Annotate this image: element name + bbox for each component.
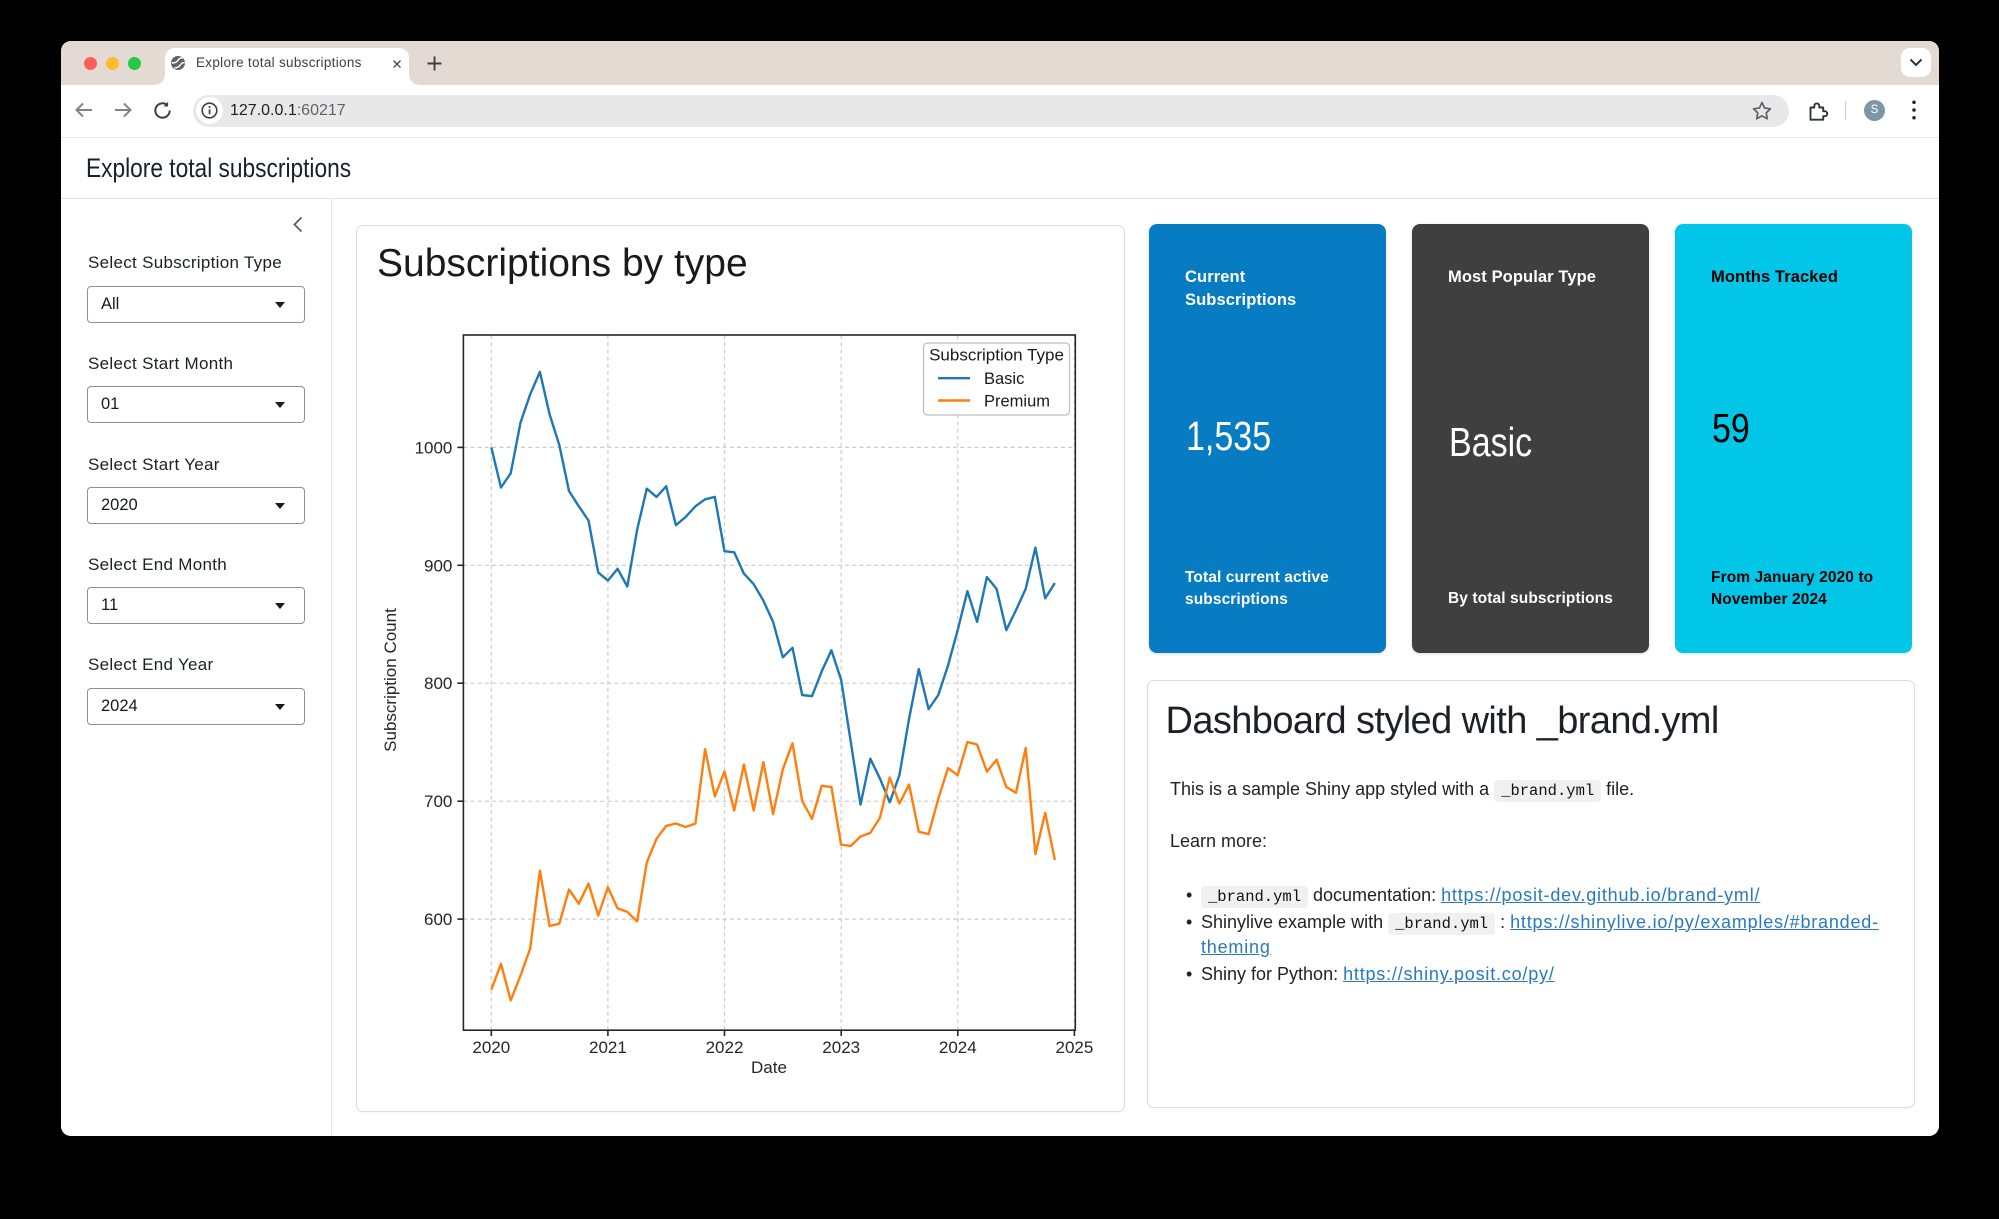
svg-text:2024: 2024 — [939, 1038, 977, 1057]
svg-text:2022: 2022 — [706, 1038, 744, 1057]
svg-text:2023: 2023 — [822, 1038, 860, 1057]
svg-text:800: 800 — [424, 674, 452, 693]
svg-text:2025: 2025 — [1055, 1038, 1093, 1057]
svg-text:2021: 2021 — [589, 1038, 627, 1057]
svg-text:Subscriptions by type: Subscriptions by type — [377, 242, 748, 285]
svg-text:Subscription Type: Subscription Type — [929, 346, 1064, 365]
svg-text:Subscription Count: Subscription Count — [381, 608, 400, 752]
svg-text:900: 900 — [424, 556, 452, 575]
svg-text:1000: 1000 — [415, 438, 453, 457]
svg-text:Basic: Basic — [984, 370, 1024, 388]
svg-text:2020: 2020 — [472, 1038, 510, 1057]
svg-text:600: 600 — [424, 910, 452, 929]
svg-text:Date: Date — [751, 1058, 787, 1077]
svg-text:700: 700 — [424, 792, 452, 811]
svg-text:Premium: Premium — [984, 393, 1050, 411]
